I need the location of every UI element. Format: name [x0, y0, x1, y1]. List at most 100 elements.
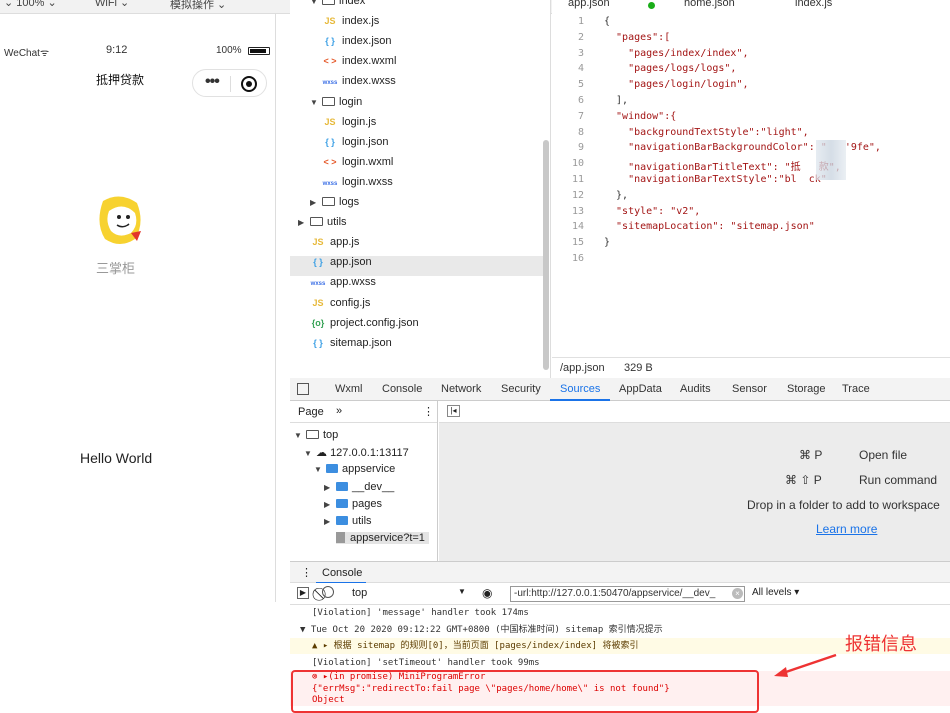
tree-utils[interactable]: ▶ utils	[324, 515, 372, 527]
file-tree-item[interactable]: { } login.json	[290, 136, 545, 156]
code-editor[interactable]: app.json home.json index.js 1{2 "pages":…	[552, 0, 950, 378]
unsaved-dot-icon	[648, 2, 655, 9]
file-icon	[336, 532, 345, 543]
tree-appservice-file[interactable]: appservice?t=1	[336, 532, 429, 544]
network-select[interactable]: WiFi ⌄	[95, 0, 129, 9]
log-levels-select[interactable]: All levels ▾	[752, 587, 799, 598]
eye-icon[interactable]: ◉	[482, 586, 492, 600]
sources-empty-state: ⌘ P Open file ⌘ ⇧ P Run command Drop in …	[439, 423, 950, 561]
redaction-blur	[816, 140, 846, 180]
close-target-icon[interactable]	[241, 76, 257, 92]
code-text: "backgroundTextStyle":"light",	[604, 126, 809, 138]
file-tree-item[interactable]: ▼ index	[290, 0, 545, 15]
file-tree-item[interactable]: JS index.js	[290, 15, 545, 35]
tab-index-js[interactable]: index.js	[795, 0, 832, 9]
code-line: 10 "navigationBarTitleText": "抵 款",	[552, 158, 950, 174]
file-tree-item[interactable]: wxss app.wxss	[290, 276, 545, 296]
file-explorer-scrollbar[interactable]	[543, 140, 549, 370]
devtools-tab-appdata[interactable]: AppData	[619, 383, 662, 395]
folder-icon	[326, 464, 338, 473]
file-tree-label: sitemap.json	[330, 336, 392, 349]
devtools-tab-wxml[interactable]: Wxml	[335, 383, 363, 395]
nav-title: 抵押贷款	[96, 73, 145, 87]
file-tree-label: config.js	[330, 296, 371, 309]
file-tree-item[interactable]: JS login.js	[290, 116, 545, 136]
sidebar-toggle-icon[interactable]: ▶	[297, 587, 309, 599]
chevron-down-icon[interactable]: ▼	[310, 0, 322, 6]
line-number: 9	[577, 142, 584, 154]
file-tree-item[interactable]: ▼ login	[290, 96, 545, 116]
chevron-right-icon[interactable]: ▶	[310, 198, 322, 207]
line-number: 4	[577, 63, 584, 75]
devtools-tab-network[interactable]: Network	[441, 383, 481, 395]
tree-dev[interactable]: ▶ __dev__	[324, 481, 394, 493]
capsule-divider	[230, 76, 231, 92]
file-tree-item[interactable]: ▶ logs	[290, 196, 545, 216]
devtools-tab-trace[interactable]: Trace	[842, 383, 870, 395]
zoom-select[interactable]: ⌄ 100% ⌄	[4, 0, 57, 9]
chevron-down-icon[interactable]: ▼	[310, 98, 322, 107]
file-tree-item[interactable]: { } sitemap.json	[290, 337, 545, 357]
file-tree-item[interactable]: < > login.wxml	[290, 156, 545, 176]
context-select[interactable]: top	[352, 587, 367, 599]
tree-pages[interactable]: ▶ pages	[324, 498, 382, 510]
tab-console-drawer[interactable]: Console	[322, 567, 362, 579]
json-file-icon: { }	[325, 36, 335, 47]
navigator-header: Page » ⋮	[290, 401, 437, 423]
tree-appservice[interactable]: ▼ appservice	[314, 463, 395, 475]
file-tree-item[interactable]: ▶ utils	[290, 216, 545, 236]
devtools-tab-console[interactable]: Console	[382, 383, 422, 395]
learn-more-link[interactable]: Learn more	[816, 522, 877, 536]
line-number: 14	[571, 221, 584, 233]
file-tree-item[interactable]: < > index.wxml	[290, 55, 545, 75]
file-tree-item[interactable]: { } app.json	[290, 256, 545, 277]
code-text: "pages/login/login",	[604, 79, 749, 91]
tree-origin[interactable]: ▼ ☁ 127.0.0.1:13117	[304, 446, 409, 459]
wxss-file-icon: wxss	[310, 281, 326, 288]
app-logo-icon	[99, 196, 141, 244]
tab-home-json[interactable]: home.json	[684, 0, 735, 9]
file-tree-label: login.wxml	[342, 155, 394, 168]
file-tree-label: index.wxss	[342, 75, 396, 88]
tab-app-json[interactable]: app.json	[568, 0, 610, 9]
code-text: "navigationBarTextStyle":"bl ck"	[604, 174, 827, 185]
more-dots-icon[interactable]: •••	[205, 73, 220, 91]
clear-filter-icon[interactable]: ×	[732, 588, 743, 599]
context-dropdown-icon[interactable]: ▼	[458, 587, 466, 596]
devtools-tab-storage[interactable]: Storage	[787, 383, 826, 395]
code-line: 16	[552, 253, 950, 269]
file-tree-item[interactable]: JS config.js	[290, 297, 545, 317]
editor-statusbar: /app.json 329 B	[552, 357, 950, 378]
drawer-menu-icon[interactable]: ⋮	[301, 566, 312, 579]
file-tree-item[interactable]: wxss login.wxss	[290, 176, 545, 196]
folder-icon	[310, 217, 323, 227]
chevron-right-icon[interactable]: ▶	[298, 218, 310, 227]
file-tree-item[interactable]: wxss index.wxss	[290, 75, 545, 95]
line-number: 3	[577, 47, 584, 59]
mode-select[interactable]: 模拟操作 ⌄	[170, 0, 226, 12]
devtools-tab-sources[interactable]: Sources	[560, 383, 600, 395]
file-tree-item[interactable]: {o} project.config.json	[290, 317, 545, 337]
devtools-tab-security[interactable]: Security	[501, 383, 541, 395]
file-tree-item[interactable]: { } index.json	[290, 35, 545, 55]
console-toolbar: ▶ ⃠ top ▼ ◉ -url:http://127.0.0.1:50470/…	[290, 583, 950, 605]
code-line: 11 "navigationBarTextStyle":"bl ck"	[552, 174, 950, 190]
file-tree-item[interactable]: JS app.js	[290, 236, 545, 256]
file-tree-label: logs	[339, 196, 360, 208]
sources-main-header: |◂	[439, 401, 950, 423]
kebab-menu-icon[interactable]: ⋮	[423, 405, 434, 418]
console-filter-input[interactable]: -url:http://127.0.0.1:50470/appservice/_…	[510, 586, 745, 602]
shortcut-keys-run: ⌘ ⇧ P	[785, 473, 822, 487]
tree-top[interactable]: ▼ top	[294, 429, 338, 441]
devtools-tab-audits[interactable]: Audits	[680, 383, 711, 395]
more-tabs-icon[interactable]: »	[336, 405, 342, 417]
code-line: 6 ],	[552, 95, 950, 111]
inspect-icon[interactable]	[297, 383, 309, 395]
error-annotation: 报错信息	[845, 634, 917, 654]
line-number: 2	[577, 31, 584, 43]
devtools-tab-sensor[interactable]: Sensor	[732, 383, 767, 395]
tab-page[interactable]: Page	[298, 406, 324, 418]
line-number: 5	[577, 79, 584, 91]
code-line: 3 "pages/index/index",	[552, 48, 950, 64]
toggle-navigator-icon[interactable]: |◂	[447, 405, 460, 417]
